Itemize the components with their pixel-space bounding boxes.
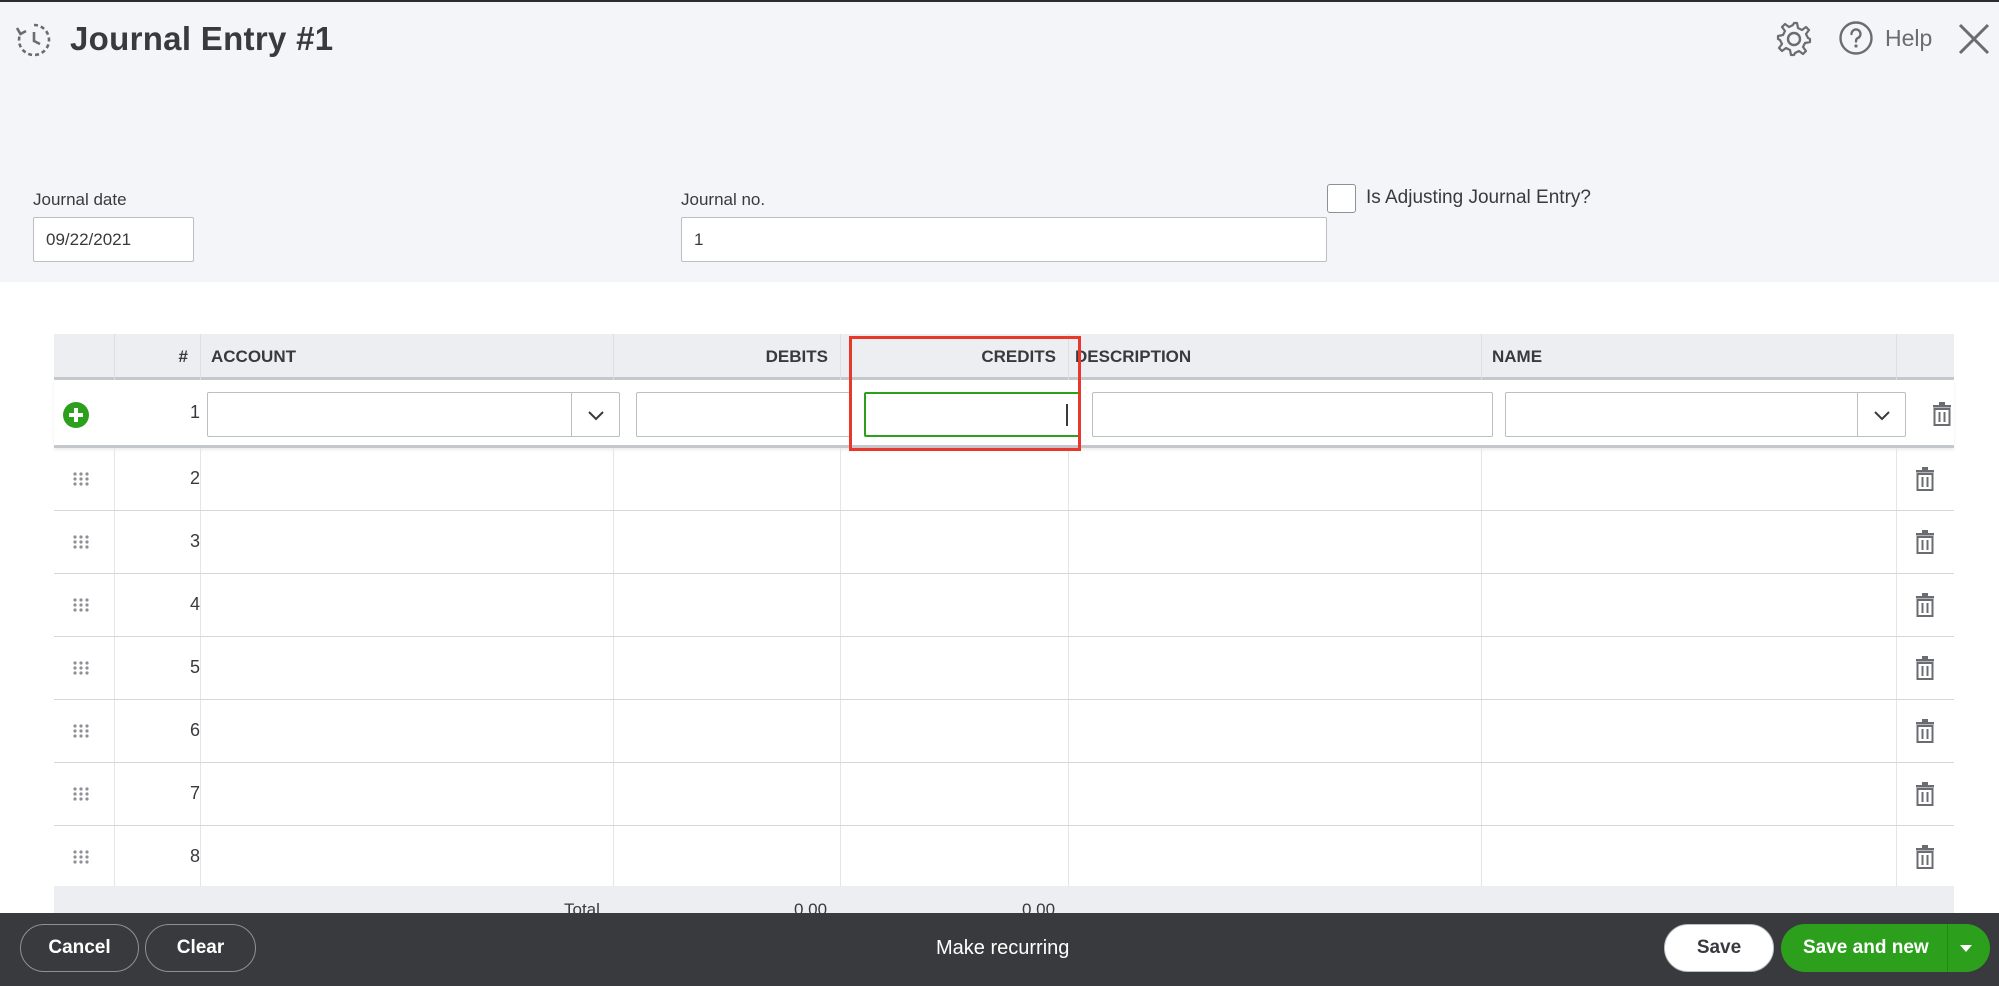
column-header-account: ACCOUNT: [200, 334, 613, 380]
row-number: 6: [189, 720, 200, 740]
debits-input[interactable]: [636, 392, 851, 437]
column-header-actions: [1896, 334, 1954, 380]
table-row[interactable]: 7: [54, 763, 1954, 826]
table-row[interactable]: 8: [54, 826, 1954, 889]
account-select[interactable]: [207, 392, 620, 437]
clear-button[interactable]: Clear: [145, 924, 256, 972]
page-title: Journal Entry #1: [70, 20, 334, 57]
gear-icon[interactable]: [1775, 20, 1813, 58]
adjusting-entry-checkbox[interactable]: [1327, 184, 1356, 213]
trash-icon[interactable]: [1914, 530, 1936, 554]
table-row[interactable]: 5: [54, 637, 1954, 700]
form-header-area: Journal Entry #1 Help Journal date 09/22…: [0, 0, 1999, 282]
help-icon[interactable]: [1838, 20, 1874, 56]
row-number: 5: [189, 657, 200, 677]
trash-icon[interactable]: [1914, 467, 1936, 491]
journal-no-field[interactable]: 1: [681, 217, 1327, 262]
description-input[interactable]: [1092, 392, 1493, 437]
add-line-icon[interactable]: [63, 402, 89, 428]
column-header-debits: DEBITS: [613, 334, 840, 380]
trash-icon[interactable]: [1914, 845, 1936, 869]
account-dropdown-button[interactable]: [571, 393, 619, 436]
drag-handle-icon[interactable]: [72, 848, 90, 866]
table-row[interactable]: 4: [54, 574, 1954, 637]
journal-date-label: Journal date: [33, 190, 127, 209]
row-number: 4: [189, 594, 200, 614]
trash-icon[interactable]: [1914, 593, 1936, 617]
split-divider: [1947, 924, 1948, 972]
row-number: 2: [189, 468, 200, 488]
table-row[interactable]: 2: [54, 448, 1954, 511]
table-header: # ACCOUNT DEBITS CREDITS DESCRIPTION NAM…: [54, 334, 1954, 380]
credits-input[interactable]: [864, 392, 1080, 437]
column-header-credits: CREDITS: [840, 334, 1068, 380]
name-select[interactable]: [1505, 392, 1906, 437]
column-header-description: DESCRIPTION: [1068, 334, 1481, 380]
drag-handle-icon[interactable]: [72, 470, 90, 488]
cancel-button[interactable]: Cancel: [20, 924, 139, 972]
drag-handle-icon[interactable]: [72, 785, 90, 803]
row-number: 3: [189, 531, 200, 551]
save-and-new-label: Save and new: [1803, 937, 1929, 958]
text-cursor: [1066, 404, 1068, 426]
save-button[interactable]: Save: [1664, 924, 1774, 972]
row-number: 1: [189, 402, 200, 422]
footer-bar: Cancel Clear Make recurring Save Save an…: [0, 913, 1999, 986]
caret-down-icon[interactable]: [1955, 937, 1977, 959]
table-row[interactable]: 1: [54, 380, 1954, 448]
journal-date-field[interactable]: 09/22/2021: [33, 217, 194, 262]
column-header-number: #: [114, 334, 200, 380]
row-number: 7: [189, 783, 200, 803]
table-row[interactable]: 6: [54, 700, 1954, 763]
trash-icon[interactable]: [1914, 656, 1936, 680]
chevron-down-icon: [587, 410, 604, 420]
chevron-down-icon: [1873, 410, 1890, 420]
save-and-new-button[interactable]: Save and new: [1781, 924, 1990, 972]
column-header-name: NAME: [1481, 334, 1950, 380]
trash-icon[interactable]: [1931, 402, 1953, 426]
row-number: 8: [189, 846, 200, 866]
total-row: Total 0.00 0.00: [54, 886, 1954, 916]
trash-icon[interactable]: [1914, 719, 1936, 743]
make-recurring-link[interactable]: Make recurring: [936, 937, 1069, 960]
drag-handle-icon[interactable]: [72, 722, 90, 740]
close-icon[interactable]: [1955, 20, 1993, 58]
name-dropdown-button[interactable]: [1857, 393, 1905, 436]
drag-handle-icon[interactable]: [72, 596, 90, 614]
drag-handle-icon[interactable]: [72, 533, 90, 551]
help-link[interactable]: Help: [1885, 25, 1932, 52]
table-row[interactable]: 3: [54, 511, 1954, 574]
history-icon[interactable]: [14, 20, 54, 60]
adjusting-entry-label: Is Adjusting Journal Entry?: [1366, 187, 1591, 208]
drag-handle-icon[interactable]: [72, 659, 90, 677]
trash-icon[interactable]: [1914, 782, 1936, 806]
journal-no-label: Journal no.: [681, 190, 766, 209]
